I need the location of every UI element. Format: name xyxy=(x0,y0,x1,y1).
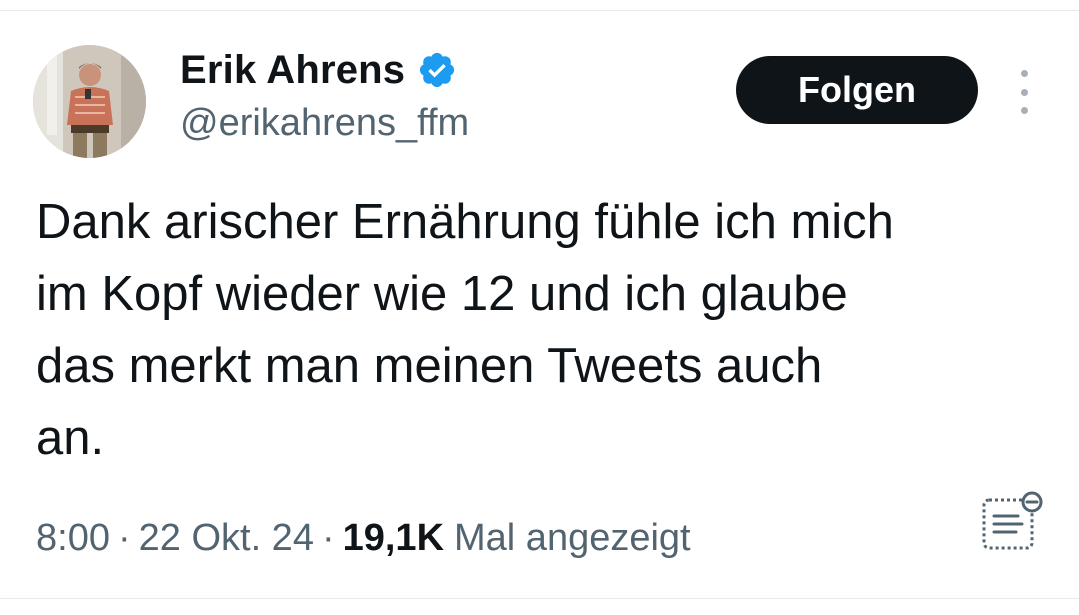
author-handle[interactable]: @erikahrens_ffm xyxy=(180,102,469,145)
tweet-text: Dank arischer Ernährung fühle ich mich i… xyxy=(36,195,894,465)
display-name-row: Erik Ahrens xyxy=(180,44,469,96)
follow-button[interactable]: Folgen xyxy=(736,56,978,124)
views-label: Mal angezeigt xyxy=(454,516,691,559)
display-name[interactable]: Erik Ahrens xyxy=(180,48,405,93)
views-count: 19,1K xyxy=(342,516,445,559)
more-dot xyxy=(1020,88,1028,96)
meta-separator: · xyxy=(117,516,131,559)
more-options-button[interactable] xyxy=(1006,70,1042,114)
tweet-time[interactable]: 8:00 xyxy=(36,517,110,560)
bottom-divider xyxy=(0,598,1079,599)
note-list-icon[interactable] xyxy=(980,490,1044,554)
meta-separator: · xyxy=(321,516,335,559)
profile-photo-icon xyxy=(33,45,146,158)
avatar[interactable] xyxy=(33,45,146,158)
author-info: Erik Ahrens @erikahrens_ffm xyxy=(180,44,469,145)
more-dot xyxy=(1020,107,1028,114)
tweet-card: Erik Ahrens @erikahrens_ffm Folgen Dank … xyxy=(0,0,1079,615)
more-dot xyxy=(1020,70,1028,77)
tweet-meta: 8:00 · 22 Okt. 24 · 19,1K Mal angezeigt xyxy=(36,510,691,566)
tweet-date[interactable]: 22 Okt. 24 xyxy=(139,517,314,560)
verified-badge-icon[interactable] xyxy=(417,50,457,90)
